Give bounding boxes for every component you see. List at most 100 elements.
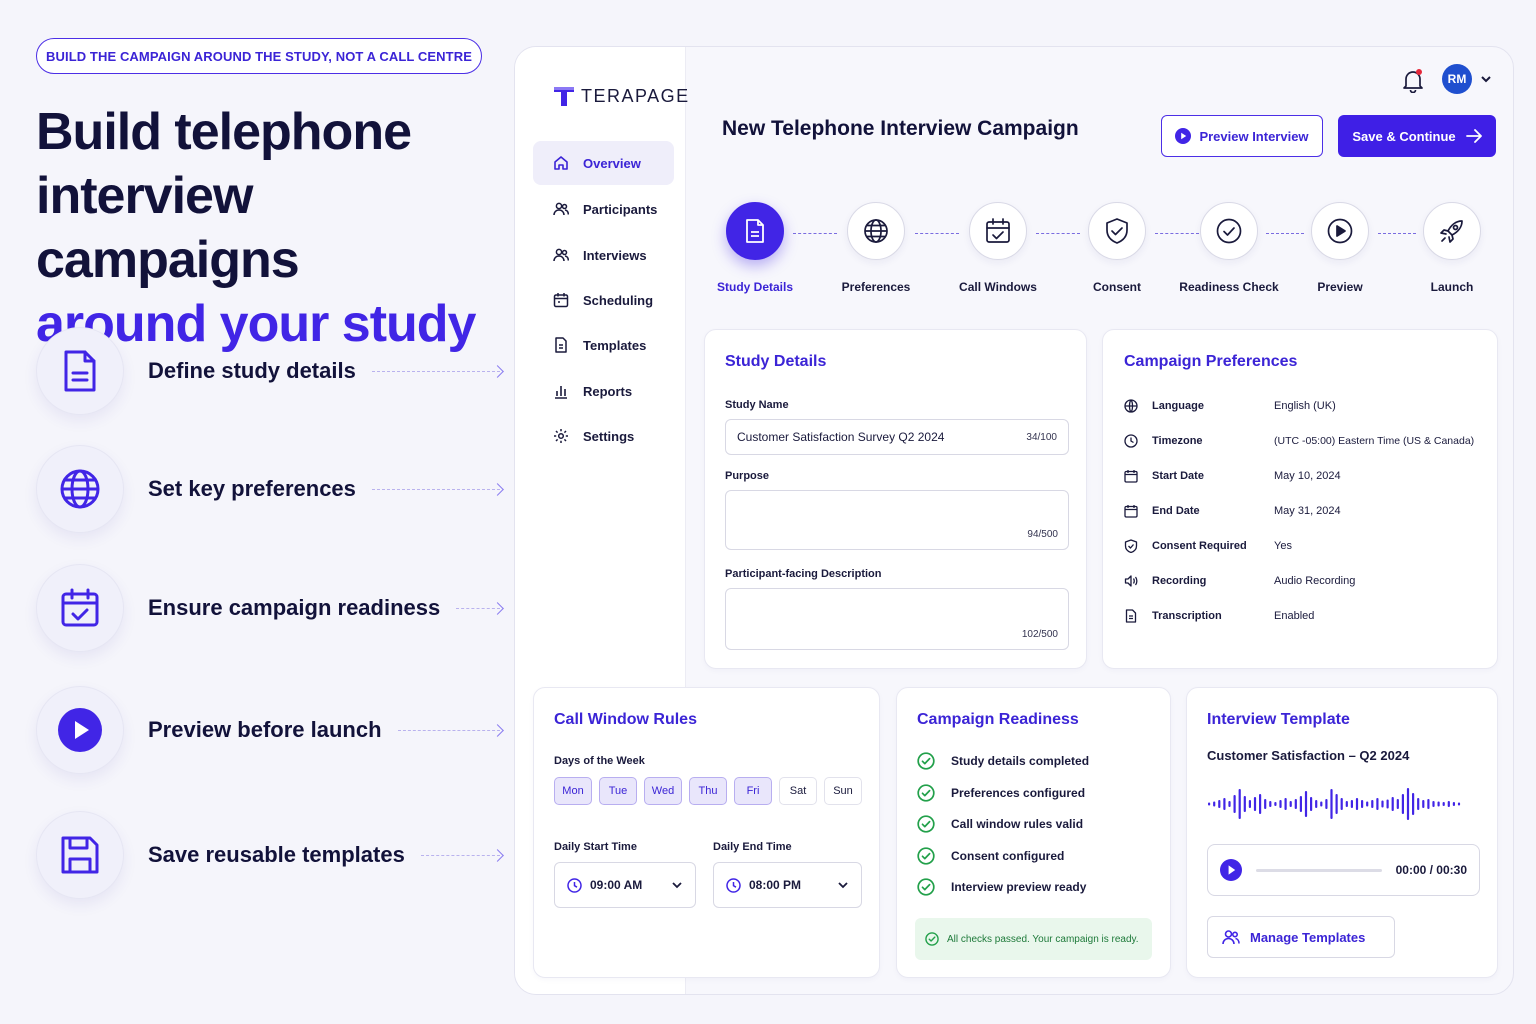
waveform-bar (1325, 799, 1328, 809)
sidebar-item-overview[interactable]: Overview (533, 141, 674, 185)
check-label: Call window rules valid (951, 817, 1084, 831)
day-toggle-mon[interactable]: Mon (554, 777, 592, 805)
preview-interview-button[interactable]: Preview Interview (1161, 115, 1323, 157)
day-toggle-tue[interactable]: Tue (599, 777, 637, 805)
arrow-icon (456, 607, 500, 609)
pref-value: (UTC -05:00) Eastern Time (US & Canada) (1274, 435, 1475, 447)
bell-icon[interactable] (1402, 69, 1424, 93)
end-time-select[interactable]: 08:00 PM (713, 862, 862, 908)
hero-line-2: interview campaigns (36, 167, 300, 289)
check-label: Study details completed (951, 754, 1090, 768)
step-launch[interactable]: Launch (1392, 202, 1512, 294)
check-label: Interview preview ready (951, 880, 1087, 894)
waveform-bar (1371, 800, 1374, 808)
play-circle-icon (1311, 202, 1369, 260)
waveform-bar (1248, 800, 1251, 808)
check-circle-icon (1200, 202, 1258, 260)
step-label: Preview (1317, 280, 1363, 294)
waveform-bar (1396, 799, 1399, 809)
pref-value: Audio Recording (1274, 575, 1356, 587)
avatar[interactable]: RM (1442, 64, 1472, 94)
sidebar-item-participants[interactable]: Participants (533, 187, 674, 231)
check-item: Preferences configured (917, 782, 1089, 804)
template-name: Customer Satisfaction – Q2 2024 (1207, 748, 1410, 763)
sidebar-item-label: Overview (583, 155, 641, 171)
users-icon (553, 202, 569, 216)
progress-track[interactable] (1256, 868, 1382, 872)
step-call-windows[interactable]: Call Windows (938, 202, 1058, 294)
waveform-bar (1223, 798, 1226, 810)
logo-icon (554, 87, 574, 106)
call-window-card: Call Window Rules Days of the Week Mon T… (533, 687, 880, 978)
arrow-icon (397, 729, 500, 731)
feature-item: Set key preferences (36, 444, 506, 534)
manage-templates-button[interactable]: Manage Templates (1207, 916, 1395, 958)
feature-label: Save reusable templates (148, 842, 405, 867)
start-time-value: 09:00 AM (590, 878, 643, 892)
chevron-down-icon[interactable] (1480, 73, 1492, 85)
waveform-bar (1386, 799, 1389, 809)
waveform-bar (1320, 801, 1323, 807)
sidebar-item-settings[interactable]: Settings (533, 414, 674, 458)
logo-text: TERAPAGE (581, 85, 690, 106)
step-label: Call Windows (959, 280, 1037, 294)
globe-icon (36, 445, 124, 533)
waveform-bar (1253, 797, 1257, 811)
pref-row-recording: Recording Audio Recording (1124, 571, 1494, 591)
study-details-card: Study Details Study Name Customer Satisf… (704, 329, 1087, 669)
audio-player: 00:00 / 00:30 (1207, 844, 1480, 896)
step-readiness-check[interactable]: Readiness Check (1169, 202, 1289, 294)
step-consent[interactable]: Consent (1057, 202, 1177, 294)
arrow-icon (371, 488, 500, 490)
step-study-details[interactable]: Study Details (695, 202, 815, 294)
sidebar-item-scheduling[interactable]: Scheduling (533, 278, 674, 322)
step-preview[interactable]: Preview (1280, 202, 1400, 294)
pref-key: Language (1152, 400, 1204, 412)
purpose-label: Purpose (725, 470, 770, 482)
days-label: Days of the Week (554, 755, 645, 767)
waveform-bar (1412, 793, 1415, 815)
waveform-bar (1284, 798, 1287, 810)
day-toggle-fri[interactable]: Fri (734, 777, 772, 805)
study-name-input[interactable]: Customer Satisfaction Survey Q2 2024 34/… (725, 419, 1069, 455)
waveform-bar (1310, 797, 1313, 811)
clock-icon (1124, 434, 1138, 448)
sidebar-item-label: Participants (583, 201, 658, 217)
check-item: Call window rules valid (917, 813, 1089, 835)
waveform-bar (1447, 801, 1450, 807)
gear-icon (554, 429, 568, 443)
feature-item: Preview before launch (36, 685, 506, 775)
calendar-check-icon (36, 564, 124, 652)
waveform-bar (1213, 801, 1216, 807)
chevron-down-icon (672, 882, 682, 889)
day-toggle-sun[interactable]: Sun (824, 777, 862, 805)
waveform-bar (1355, 798, 1359, 810)
shield-check-icon (1124, 539, 1138, 553)
calendar-icon (1124, 470, 1138, 483)
waveform-bar (1417, 798, 1420, 810)
waveform-bar (1233, 795, 1236, 813)
purpose-textarea[interactable]: 94/500 (725, 490, 1069, 550)
day-toggle-wed[interactable]: Wed (644, 777, 682, 805)
waveform-bar (1335, 794, 1338, 814)
clock-icon (567, 877, 582, 893)
sidebar-item-templates[interactable]: Templates (533, 323, 674, 367)
day-toggle-sat[interactable]: Sat (779, 777, 817, 805)
check-circle-icon (917, 846, 935, 865)
pref-value: English (UK) (1274, 400, 1336, 412)
pref-value: Yes (1274, 540, 1292, 552)
sidebar-item-reports[interactable]: Reports (533, 369, 674, 413)
sidebar-item-interviews[interactable]: Interviews (533, 233, 674, 277)
description-textarea[interactable]: 102/500 (725, 588, 1069, 650)
step-preferences[interactable]: Preferences (816, 202, 936, 294)
sidebar-item-label: Templates (583, 337, 647, 353)
waveform-bar (1340, 798, 1343, 810)
day-toggle-thu[interactable]: Thu (689, 777, 727, 805)
check-circle-icon (917, 815, 935, 833)
play-button[interactable] (1220, 859, 1242, 881)
pref-value: May 10, 2024 (1274, 470, 1341, 482)
check-item: Interview preview ready (917, 876, 1089, 898)
start-time-select[interactable]: 09:00 AM (554, 862, 696, 908)
save-continue-button[interactable]: Save & Continue (1338, 115, 1496, 157)
file-icon (555, 337, 567, 353)
